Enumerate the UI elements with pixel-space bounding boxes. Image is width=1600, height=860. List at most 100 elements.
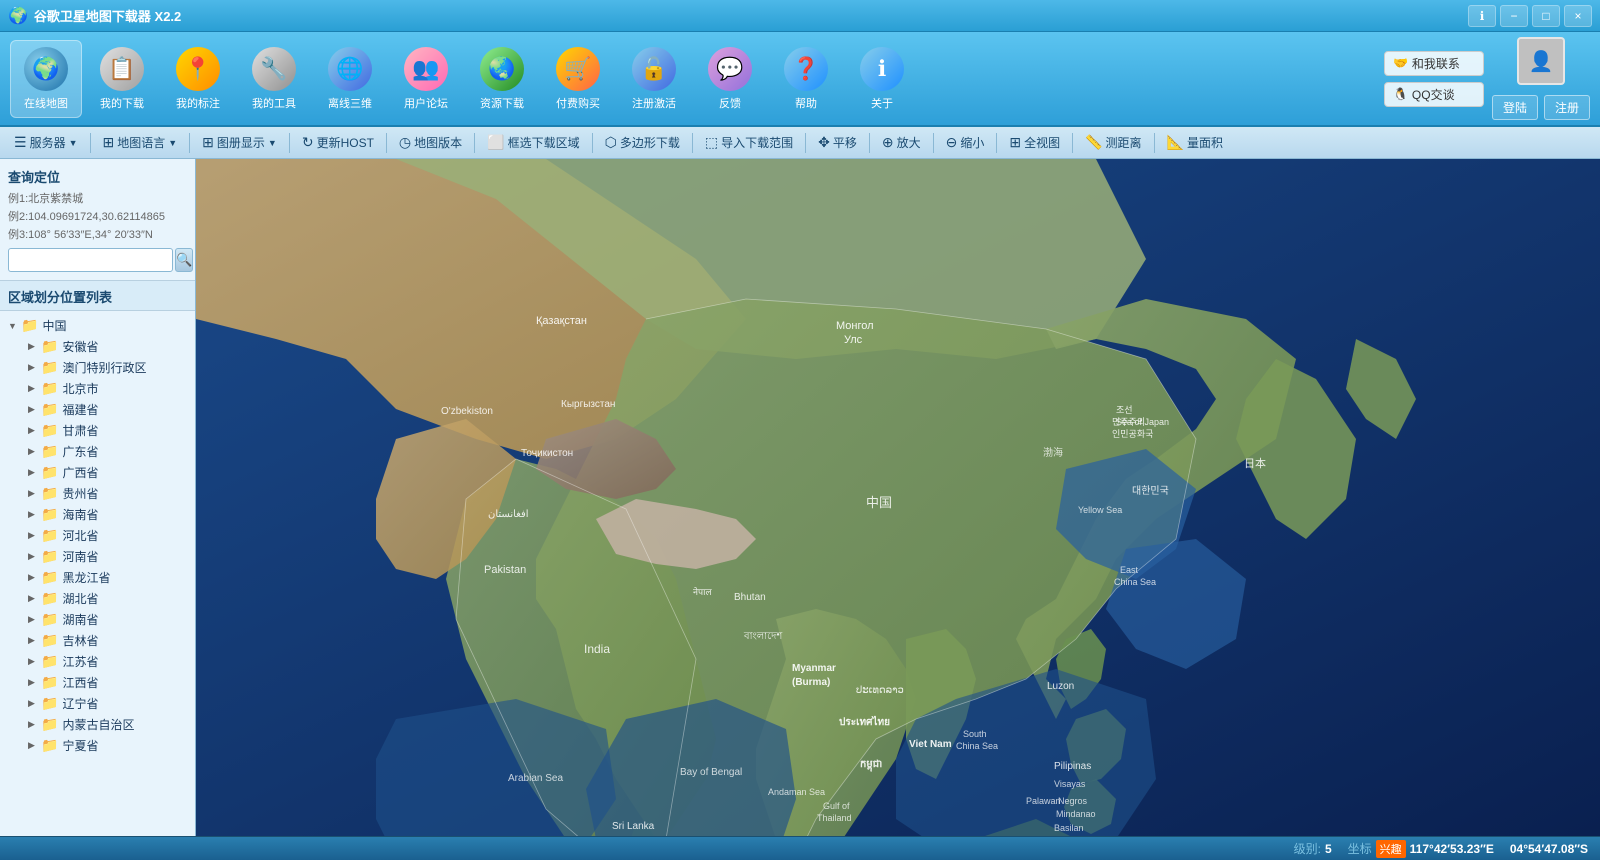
buy-label: 付费购买 [556, 95, 600, 111]
tree-item[interactable]: ▶📁广西省 [0, 462, 195, 483]
menu-measure-area[interactable]: 📐 量面积 [1159, 131, 1231, 154]
tree-item[interactable]: ▶📁黑龙江省 [0, 567, 195, 588]
titlebar-controls: ℹ − □ × [1468, 5, 1592, 27]
menu-zoom-in[interactable]: ⊕ 放大 [874, 131, 929, 154]
tree-item[interactable]: ▶📁湖北省 [0, 588, 195, 609]
folder-icon: 📁 [41, 611, 58, 628]
tree-item[interactable]: ▶📁澳门特别行政区 [0, 357, 195, 378]
search-button[interactable]: 🔍 [175, 248, 193, 272]
folder-icon: 📁 [41, 674, 58, 691]
tree-item[interactable]: ▶📁北京市 [0, 378, 195, 399]
toolbar-offline-3d[interactable]: 🌐 离线三维 [314, 40, 386, 118]
avatar-area: 🤝 和我联系 🐧 QQ交谈 👤 登陆 注册 [1384, 37, 1590, 120]
toolbar-buy[interactable]: 🛒 付费购买 [542, 40, 614, 118]
svg-text:Кыргызстан: Кыргызстан [561, 399, 615, 410]
qq-button[interactable]: 🐧 QQ交谈 [1384, 82, 1484, 107]
region-tree: ▼ 📁 中国 ▶📁安徽省▶📁澳门特别行政区▶📁北京市▶📁福建省▶📁甘肃省▶📁广东… [0, 311, 195, 836]
menu-pan[interactable]: ✥ 平移 [810, 131, 865, 154]
svg-text:Thailand: Thailand [817, 813, 852, 823]
full-view-label: 全视图 [1024, 134, 1060, 151]
resource-label: 资源下载 [480, 95, 524, 111]
svg-text:Монгол: Монгол [836, 320, 874, 332]
toolbar-activate[interactable]: 🔓 注册激活 [618, 40, 690, 118]
tree-root-china[interactable]: ▼ 📁 中国 [0, 315, 195, 336]
maximize-button[interactable]: □ [1532, 5, 1560, 27]
contact-button[interactable]: 🤝 和我联系 [1384, 51, 1484, 76]
my-download-label: 我的下载 [100, 95, 144, 111]
toolbar-help[interactable]: ❓ 帮助 [770, 40, 842, 118]
toolbar-my-marker[interactable]: 📍 我的标注 [162, 40, 234, 118]
info-button[interactable]: ℹ [1468, 5, 1496, 27]
tree-item[interactable]: ▶📁贵州省 [0, 483, 195, 504]
svg-text:Gulf of: Gulf of [823, 801, 850, 811]
tree-item[interactable]: ▶📁广东省 [0, 441, 195, 462]
zoom-out-label: 缩小 [960, 134, 984, 151]
menu-polygon-dl[interactable]: ⬡ 多边形下载 [597, 131, 688, 154]
minimize-button[interactable]: − [1500, 5, 1528, 27]
toolbar-about[interactable]: ℹ 关于 [846, 40, 918, 118]
tree-arrow: ▶ [28, 551, 38, 562]
menu-sep-2 [189, 133, 190, 153]
svg-text:বাংলাদেশ: বাংলাদেশ [743, 631, 783, 642]
toolbar-my-download[interactable]: 📋 我的下载 [86, 40, 158, 118]
menu-select-area[interactable]: ⬜ 框选下载区域 [479, 131, 587, 154]
tree-item[interactable]: ▶📁辽宁省 [0, 693, 195, 714]
polygon-dl-label: 多边形下载 [620, 134, 680, 151]
tree-item[interactable]: ▶📁江西省 [0, 672, 195, 693]
tree-item[interactable]: ▶📁河北省 [0, 525, 195, 546]
svg-text:Mindanao: Mindanao [1056, 809, 1096, 819]
menu-full-view[interactable]: ⊞ 全视图 [1001, 131, 1068, 154]
menu-map-version[interactable]: ◷ 地图版本 [391, 131, 470, 154]
tree-item[interactable]: ▶📁吉林省 [0, 630, 195, 651]
my-download-icon: 📋 [100, 47, 144, 91]
pan-icon: ✥ [818, 134, 830, 151]
tree-item[interactable]: ▶📁宁夏省 [0, 735, 195, 756]
folder-icon: 📁 [41, 338, 58, 355]
menu-update-host[interactable]: ↻ 更新HOST [294, 131, 382, 154]
tree-item[interactable]: ▶📁内蒙古自治区 [0, 714, 195, 735]
offline-3d-icon: 🌐 [328, 47, 372, 91]
register-button[interactable]: 注册 [1544, 95, 1590, 120]
tree-item[interactable]: ▶📁福建省 [0, 399, 195, 420]
map-lang-icon: ⊞ [103, 134, 115, 151]
tree-item[interactable]: ▶📁甘肃省 [0, 420, 195, 441]
svg-text:Улс: Улс [844, 334, 863, 346]
svg-text:East: East [1120, 565, 1139, 575]
folder-icon: 📁 [41, 359, 58, 376]
tree-arrow: ▶ [28, 740, 38, 751]
map-area[interactable]: Қазақстан Монгол Улс O'zbekiston Кыргызс… [196, 159, 1600, 836]
tree-item[interactable]: ▶📁湖南省 [0, 609, 195, 630]
update-host-label: 更新HOST [317, 134, 374, 151]
menu-zoom-out[interactable]: ⊖ 缩小 [938, 131, 993, 154]
tree-item[interactable]: ▶📁河南省 [0, 546, 195, 567]
login-button[interactable]: 登陆 [1492, 95, 1538, 120]
svg-text:Myanmar: Myanmar [792, 663, 836, 674]
menu-server[interactable]: ☰ 服务器 ▼ [6, 131, 86, 154]
my-tools-label: 我的工具 [252, 95, 296, 111]
folder-icon: 📁 [41, 569, 58, 586]
folder-icon: 📁 [21, 317, 38, 334]
toolbar-online-map[interactable]: 🌍 在线地图 [10, 40, 82, 118]
search-input[interactable] [8, 248, 173, 272]
avatar: 👤 [1517, 37, 1565, 85]
toolbar-feedback[interactable]: 💬 反馈 [694, 40, 766, 118]
toolbar-my-tools[interactable]: 🔧 我的工具 [238, 40, 310, 118]
toolbar-forum[interactable]: 👥 用户论坛 [390, 40, 462, 118]
menu-sep-8 [805, 133, 806, 153]
tree-item[interactable]: ▶📁安徽省 [0, 336, 195, 357]
tree-arrow: ▶ [28, 467, 38, 478]
menu-map-lang[interactable]: ⊞ 地图语言 ▼ [95, 131, 186, 154]
my-marker-icon: 📍 [176, 47, 220, 91]
menu-sep-6 [592, 133, 593, 153]
menu-import-range[interactable]: ⬚ 导入下载范围 [697, 131, 801, 154]
help-label: 帮助 [795, 95, 817, 111]
tree-item[interactable]: ▶📁江苏省 [0, 651, 195, 672]
coord-item: 坐标 兴趣 117°42′53.23″E [1348, 840, 1494, 858]
level-label: 级别: [1294, 840, 1321, 857]
toolbar-resource[interactable]: 🌏 资源下载 [466, 40, 538, 118]
close-button[interactable]: × [1564, 5, 1592, 27]
tree-item[interactable]: ▶📁海南省 [0, 504, 195, 525]
menu-measure-dist[interactable]: 📏 测距离 [1077, 131, 1149, 154]
menu-map-display[interactable]: ⊞ 图册显示 ▼ [194, 131, 285, 154]
feedback-icon: 💬 [708, 47, 752, 91]
